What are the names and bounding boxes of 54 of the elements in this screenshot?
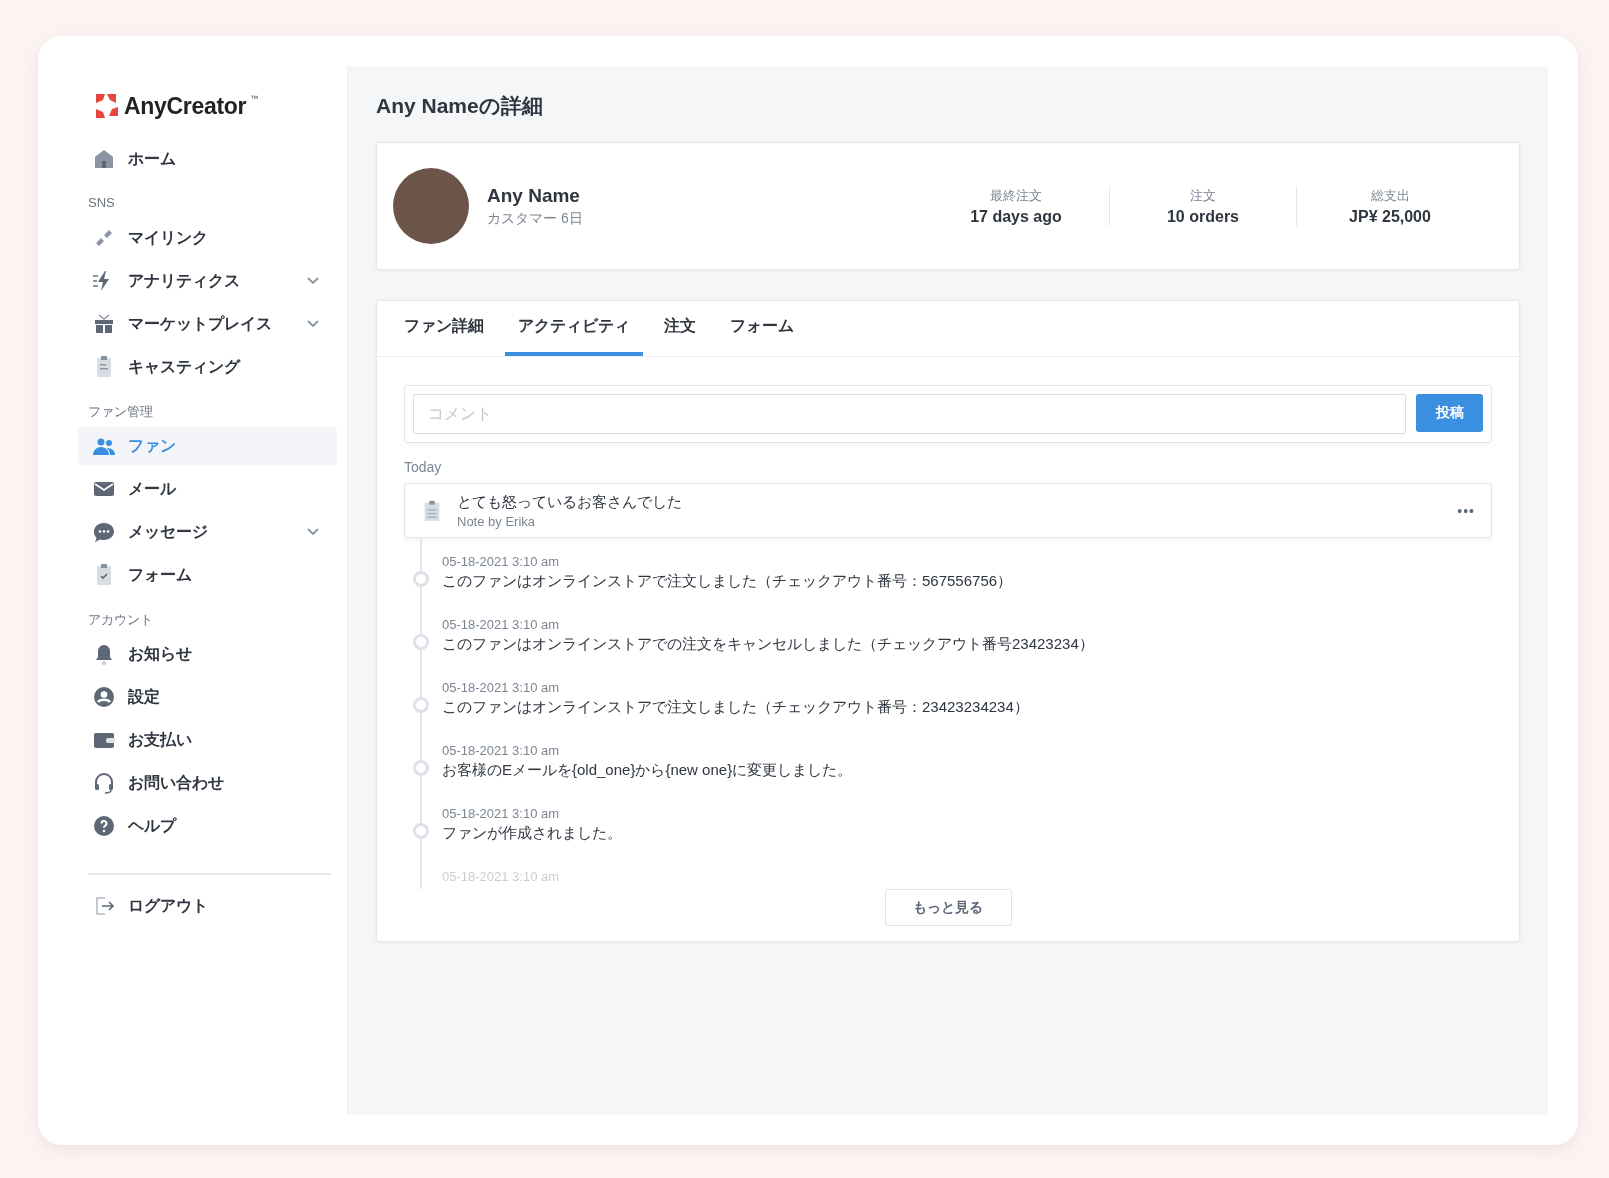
trademark: ™ <box>250 94 259 103</box>
timestamp: 05-18-2021 3:10 am <box>442 806 561 821</box>
customer-subtitle: カスタマー 6日 <box>487 209 583 228</box>
show-more-button[interactable]: もっと見る <box>884 889 1012 926</box>
sidebar-item[interactable]: マイリンク <box>78 219 337 257</box>
day-label: Today <box>404 459 443 475</box>
timestamp: 05-18-2021 3:10 am <box>442 617 561 632</box>
house-icon <box>92 147 116 171</box>
sidebar-item[interactable]: お支払い <box>78 721 337 759</box>
section-label: ファン管理 <box>87 403 154 421</box>
sidebar-item[interactable]: アナリティクス <box>78 262 337 300</box>
stat-label: 注文 <box>1189 186 1217 205</box>
page-title: Any Nameの詳細 <box>376 93 544 119</box>
note-author: Note by Erika <box>457 513 537 529</box>
gift-icon <box>92 312 116 336</box>
sidebar-item[interactable]: メッセージ <box>78 513 337 551</box>
headset-icon <box>92 771 116 795</box>
user-circle-icon <box>92 685 116 709</box>
sidebar-item[interactable]: ホーム <box>78 140 337 178</box>
sidebar-item[interactable]: マーケットプレイス <box>78 305 337 343</box>
tab[interactable]: アクティビティ <box>505 301 643 356</box>
activity-text: このファンはオンラインストアで注文しました（チェックアウト番号：23423234234） <box>442 698 1030 717</box>
logout-item[interactable]: ログアウト <box>78 887 337 925</box>
chat-bubble-icon <box>92 520 116 544</box>
more-options-button[interactable]: ••• <box>1457 502 1475 519</box>
activity-text: お客様のEメールを{old_one}から{new one}に変更しました。 <box>442 761 854 780</box>
note-text: とても怒っているお客さんでした <box>457 492 683 512</box>
sidebar-item[interactable]: キャスティング <box>78 348 337 386</box>
timestamp: 05-18-2021 3:10 am <box>442 743 561 758</box>
stat-value: 10 orders <box>1165 207 1240 226</box>
brand-name: AnyCreator <box>124 92 247 120</box>
activity-text: このファンはオンラインストアでの注文をキャンセルしました（チェックアウト番号23423234） <box>442 635 1095 654</box>
customer-name: Any Name <box>487 184 581 207</box>
tab[interactable]: 注文 <box>651 301 709 356</box>
activity-text: このファンはオンラインストアで注文しました（チェックアウト番号：567556756） <box>442 572 1014 591</box>
activity-text: ファンが作成されました。 <box>442 824 623 843</box>
stat-value: JP¥ 25,000 <box>1348 207 1432 226</box>
sidebar-item[interactable]: 設定 <box>78 678 337 716</box>
sidebar-item[interactable]: メール <box>78 470 337 508</box>
stat-label: 最終注文 <box>989 186 1043 205</box>
section-label: アカウント <box>87 611 154 629</box>
sidebar-item[interactable]: お知らせ <box>78 635 337 673</box>
sidebar-item[interactable]: お問い合わせ <box>78 764 337 802</box>
tab[interactable]: フォーム <box>717 301 807 356</box>
section-label: SNS <box>87 194 116 212</box>
tab[interactable]: ファン詳細 <box>391 301 497 356</box>
sidebar-item[interactable]: フォーム <box>78 556 337 594</box>
sidebar-item[interactable]: ヘルプ <box>78 807 337 845</box>
timestamp: 05-18-2021 3:10 am <box>442 554 561 569</box>
timestamp: 05-18-2021 3:10 am <box>442 680 561 695</box>
comment-field[interactable]: コメント <box>413 394 1406 434</box>
help-icon <box>92 814 116 838</box>
stat-value: 17 days ago <box>969 207 1063 226</box>
stat-label: 総支出 <box>1369 186 1411 205</box>
